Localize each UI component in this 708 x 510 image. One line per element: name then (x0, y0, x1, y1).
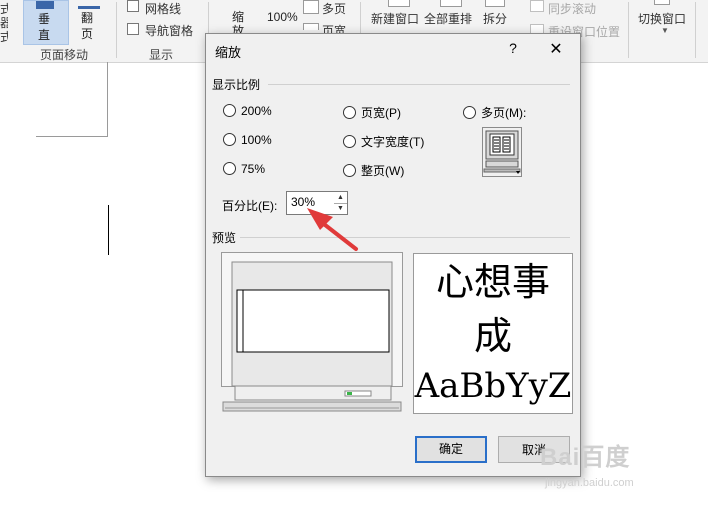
radio-100[interactable]: 100% (223, 133, 272, 147)
ribbon-separator (695, 2, 696, 58)
radio-200[interactable]: 200% (223, 104, 272, 118)
radio-text-width-label: 文字宽度(T) (361, 135, 425, 149)
radio-circle (343, 135, 356, 148)
spin-down-icon[interactable]: ▼ (334, 203, 347, 214)
new-window-button[interactable]: 新建窗口 (371, 10, 419, 27)
monitor-icon (221, 252, 403, 412)
sync-scroll-icon (530, 0, 544, 12)
baidu-watermark-url: jingyan.baidu.com (545, 477, 634, 489)
radio-circle (343, 106, 356, 119)
preview-monitor (221, 252, 403, 414)
split-icon (485, 0, 505, 7)
vertical-icon (36, 1, 54, 9)
radio-circle (223, 162, 236, 175)
preview-text-line1: 心想事 (435, 260, 550, 304)
flip-icon (78, 0, 100, 9)
close-button[interactable]: ✕ (547, 39, 565, 59)
preview-group-title: 预览 (212, 231, 237, 245)
radio-many-pages-label: 多页(M): (481, 106, 527, 120)
radio-circle (343, 164, 356, 177)
preview-text-line3: AaBbYyZ (414, 366, 572, 406)
switch-window-icon (654, 0, 670, 5)
multipage-picker-button[interactable] (482, 127, 522, 177)
flip-button[interactable]: 翻 页 (76, 0, 102, 43)
radio-many-pages[interactable]: 多页(M): (463, 104, 526, 121)
radio-75-label: 75% (241, 162, 266, 176)
multipage-ribbon-label[interactable]: 多页 (322, 0, 346, 17)
arrange-all-button[interactable]: 全部重排 (424, 10, 472, 27)
split-button[interactable]: 拆分 (483, 10, 507, 27)
radio-100-label: 100% (241, 133, 272, 147)
monitor-pages-icon (482, 127, 522, 177)
baidu-watermark-logo: Bai百度 (540, 444, 631, 471)
group-divider (268, 84, 570, 85)
radio-circle (223, 133, 236, 146)
radio-75[interactable]: 75% (223, 162, 265, 176)
ribbon-cut-label: 式 器 式 (0, 2, 8, 44)
radio-page-width[interactable]: 页宽(P) (343, 104, 401, 121)
percent-input[interactable]: 30% (286, 191, 336, 215)
gridlines-label: 网格线 (145, 2, 182, 16)
radio-200-label: 200% (241, 104, 272, 118)
pagewidth-icon (303, 23, 319, 30)
page-margin-corner (36, 62, 108, 137)
radio-text-width[interactable]: 文字宽度(T) (343, 133, 424, 150)
arrange-all-icon (440, 0, 462, 7)
hundred-percent-label: 100% (267, 10, 298, 24)
zoom-dialog: 缩放 ? ✕ 显示比例 200% 100% 75% 页宽(P) 文字宽度(T) … (205, 33, 581, 477)
text-cursor (108, 205, 109, 255)
percent-spinner[interactable]: ▲ ▼ (334, 191, 348, 215)
vertical-label: 垂 直 (38, 12, 51, 42)
radio-page-width-label: 页宽(P) (361, 106, 401, 120)
zoom-group-title: 显示比例 (212, 78, 261, 92)
radio-whole-page[interactable]: 整页(W) (343, 162, 404, 179)
radio-whole-page-label: 整页(W) (361, 164, 405, 178)
navpane-label: 导航窗格 (145, 24, 194, 38)
radio-circle (463, 106, 476, 119)
ribbon-separator (628, 2, 629, 58)
hundred-percent-button[interactable]: 100% (265, 0, 298, 26)
page-move-group-label: 页面移动 (40, 48, 89, 62)
multipage-icon (303, 0, 319, 14)
chevron-down-icon: ▼ (661, 26, 669, 35)
preview-text-line2: 成 (473, 314, 512, 358)
percent-label: 百分比(E): (222, 199, 278, 213)
preview-text-box: 心想事 成 AaBbYyZ (413, 253, 573, 414)
vertical-button[interactable]: 垂 直 (23, 0, 69, 45)
group-divider (240, 237, 570, 238)
flip-label: 翻 页 (81, 11, 94, 41)
sync-scroll-button[interactable]: 同步滚动 (548, 0, 596, 17)
help-button[interactable]: ? (506, 40, 520, 56)
ribbon-separator (116, 2, 117, 58)
dialog-title: 缩放 (215, 45, 242, 60)
show-group-label: 显示 (149, 48, 174, 62)
gridlines-checkbox[interactable] (127, 0, 139, 12)
percent-value: 30% (291, 195, 316, 209)
radio-circle (223, 104, 236, 117)
ok-button[interactable]: 确定 (415, 436, 487, 463)
navpane-checkbox[interactable] (127, 23, 139, 35)
new-window-icon (388, 0, 410, 7)
switch-window-button[interactable]: 切换窗口 (638, 10, 686, 27)
